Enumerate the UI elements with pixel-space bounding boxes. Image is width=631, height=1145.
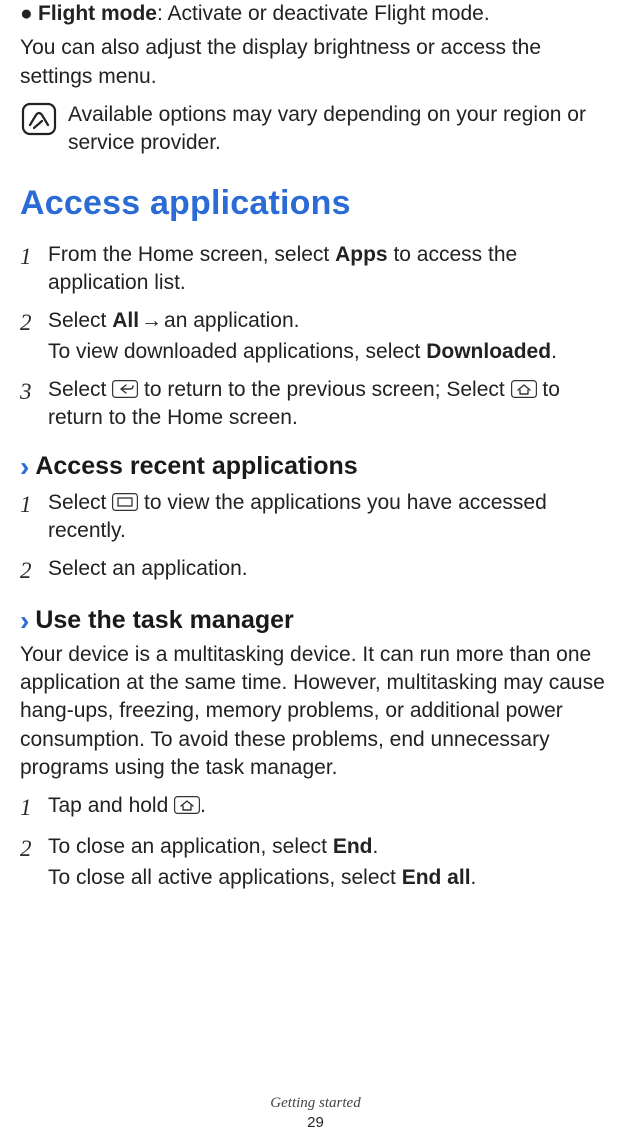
- bold-end-all: End all: [402, 866, 471, 889]
- heading-access-applications: Access applications: [20, 184, 611, 223]
- home-key-icon: [511, 380, 537, 398]
- arrow-icon: →: [139, 307, 164, 335]
- note-text: Available options may vary depending on …: [62, 101, 611, 158]
- step-b2: 2 Select an application.: [20, 555, 611, 586]
- step-text: .: [373, 835, 379, 858]
- step-subtext: To view downloaded applications, select …: [48, 338, 611, 366]
- manual-page: ● Flight mode: Activate or deactivate Fl…: [0, 0, 631, 1145]
- subheading-task-manager: › Use the task manager: [20, 605, 611, 637]
- footer-section: Getting started: [270, 1095, 360, 1111]
- step-text: Select an application.: [48, 557, 248, 580]
- step-text: From the Home screen, select: [48, 243, 335, 266]
- step-number: 2: [20, 833, 48, 892]
- bullet-desc: : Activate or deactivate Flight mode.: [157, 2, 490, 25]
- bold-end: End: [333, 835, 373, 858]
- step-text: Select: [48, 378, 112, 401]
- step-subtext: To close all active applications, select…: [48, 864, 611, 892]
- step-text: To close all active applications, select: [48, 866, 402, 889]
- chevron-right-icon: ›: [20, 451, 29, 483]
- step-text: .: [551, 340, 557, 363]
- step-number: 1: [20, 241, 48, 298]
- step-text: Tap and hold: [48, 794, 174, 817]
- subheading-text: Access recent applications: [35, 452, 357, 481]
- step-body: To close an application, select End. To …: [48, 833, 611, 892]
- step-a3: 3 Select to return to the previous scree…: [20, 376, 611, 433]
- recent-key-icon: [112, 493, 138, 511]
- bullet-text: Flight mode: Activate or deactivate Flig…: [38, 0, 490, 28]
- step-text: to return to the previous screen; Select: [138, 378, 510, 401]
- step-text: Select: [48, 491, 112, 514]
- bold-downloaded: Downloaded: [426, 340, 551, 363]
- step-text: an application.: [164, 309, 299, 332]
- step-b1: 1 Select to view the applications you ha…: [20, 489, 611, 546]
- step-c2: 2 To close an application, select End. T…: [20, 833, 611, 892]
- subheading-recent-apps: › Access recent applications: [20, 451, 611, 483]
- note-box: Available options may vary depending on …: [20, 101, 611, 158]
- step-text: .: [471, 866, 477, 889]
- step-text: .: [200, 794, 206, 817]
- step-text: To view downloaded applications, select: [48, 340, 426, 363]
- step-number: 1: [20, 489, 48, 546]
- step-body: From the Home screen, select Apps to acc…: [48, 241, 611, 298]
- step-text: Select: [48, 309, 112, 332]
- bullet-dot: ●: [20, 0, 38, 28]
- note-icon: [20, 101, 62, 137]
- step-body: Select an application.: [48, 555, 611, 586]
- step-number: 1: [20, 792, 48, 823]
- step-a1: 1 From the Home screen, select Apps to a…: [20, 241, 611, 298]
- page-number: 29: [0, 1114, 631, 1131]
- bullet-flight-mode: ● Flight mode: Activate or deactivate Fl…: [20, 0, 611, 28]
- bullet-label: Flight mode: [38, 2, 157, 25]
- step-text: To close an application, select: [48, 835, 333, 858]
- step-a2: 2 Select All → an application. To view d…: [20, 307, 611, 366]
- step-body: Select All → an application. To view dow…: [48, 307, 611, 366]
- step-c1: 1 Tap and hold .: [20, 792, 611, 823]
- bold-apps: Apps: [335, 243, 388, 266]
- step-number: 2: [20, 555, 48, 586]
- subheading-text: Use the task manager: [35, 606, 293, 635]
- step-body: Select to return to the previous screen;…: [48, 376, 611, 433]
- step-body: Select to view the applications you have…: [48, 489, 611, 546]
- intro-paragraph: You can also adjust the display brightne…: [20, 34, 611, 91]
- bold-all: All: [112, 309, 139, 332]
- task-manager-paragraph: Your device is a multitasking device. It…: [20, 641, 611, 783]
- back-key-icon: [112, 380, 138, 398]
- home-key-icon: [174, 796, 200, 814]
- page-footer: Getting started 29: [0, 1095, 631, 1131]
- step-number: 2: [20, 307, 48, 366]
- step-body: Tap and hold .: [48, 792, 611, 823]
- step-number: 3: [20, 376, 48, 433]
- chevron-right-icon: ›: [20, 605, 29, 637]
